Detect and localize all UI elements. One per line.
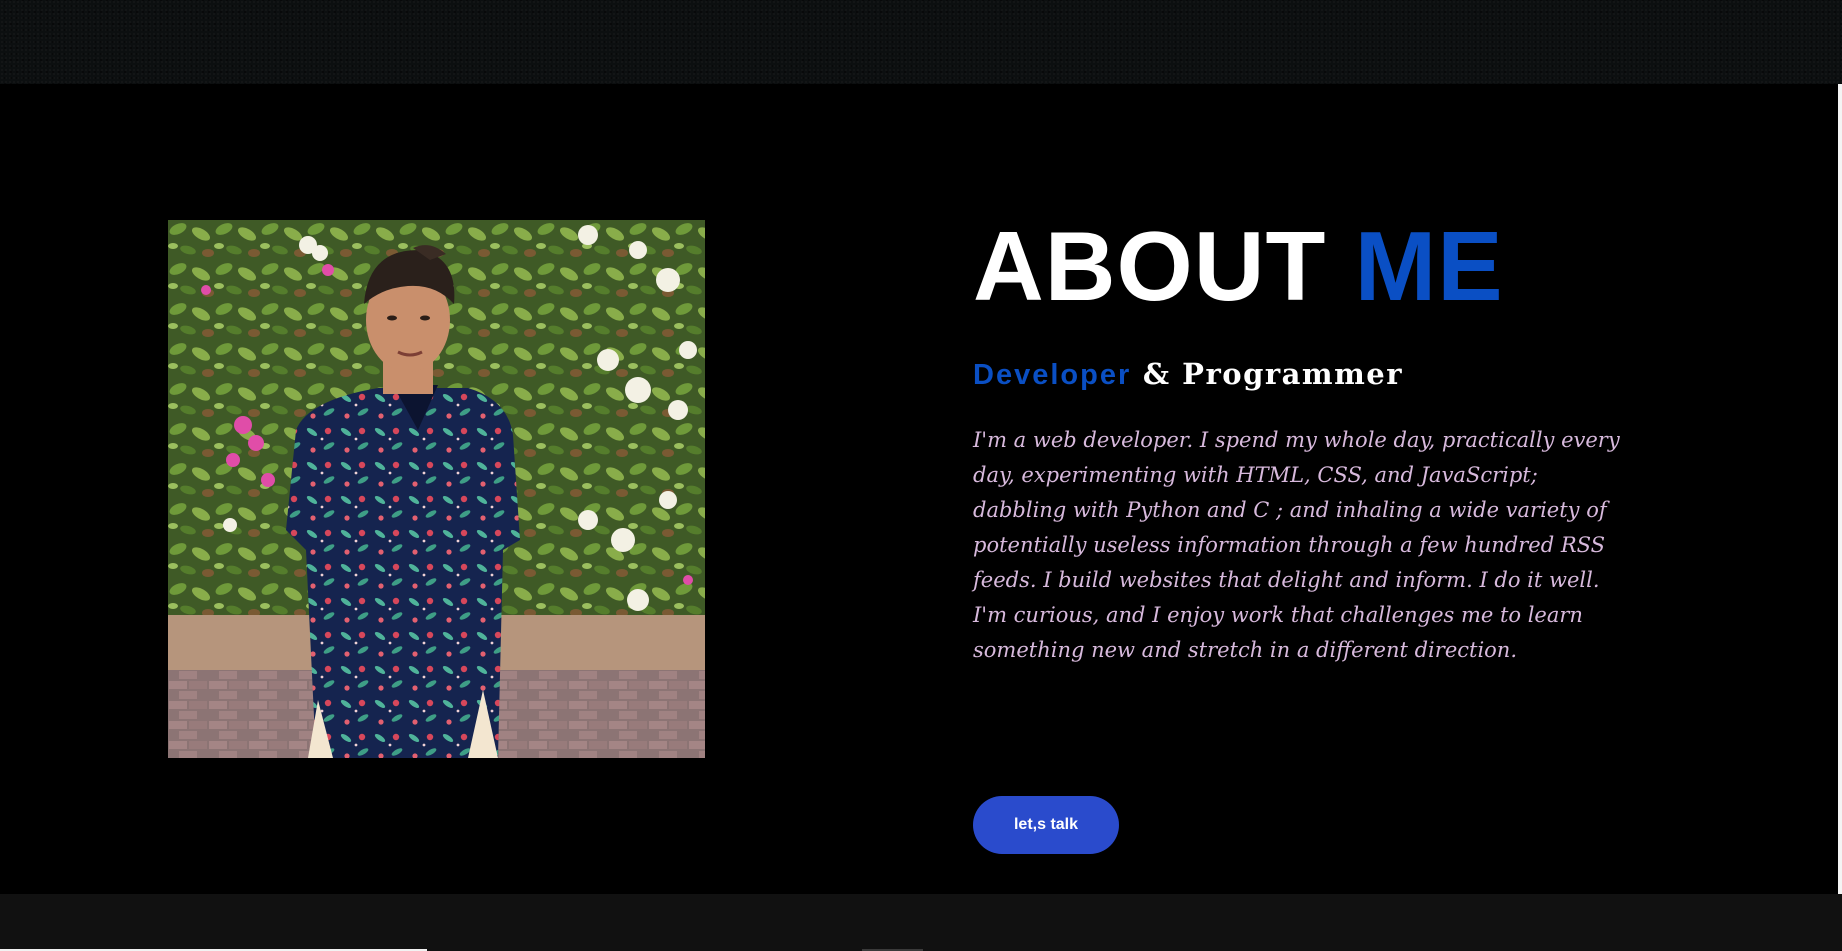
about-heading: ABOUT ME (973, 216, 1633, 316)
about-content: ABOUT ME Developer & Programmer I'm a we… (973, 216, 1633, 854)
lets-talk-button[interactable]: let,s talk (973, 796, 1119, 854)
profile-photo (168, 220, 705, 758)
bio-paragraph: I'm a web developer. I spend my whole da… (973, 428, 1620, 662)
about-section: ABOUT ME Developer & Programmer I'm a we… (0, 84, 1842, 894)
role-connector: & (1142, 357, 1171, 391)
top-banner-strip (0, 0, 1842, 84)
role-primary: Developer (973, 359, 1132, 391)
role-secondary: Programmer (1182, 357, 1404, 391)
scrollbar-track[interactable] (1838, 84, 1842, 894)
heading-accent: ME (1354, 211, 1504, 321)
role-subheading: Developer & Programmer (973, 356, 1633, 393)
heading-main: ABOUT (973, 211, 1327, 321)
next-section-strip (0, 894, 1842, 951)
